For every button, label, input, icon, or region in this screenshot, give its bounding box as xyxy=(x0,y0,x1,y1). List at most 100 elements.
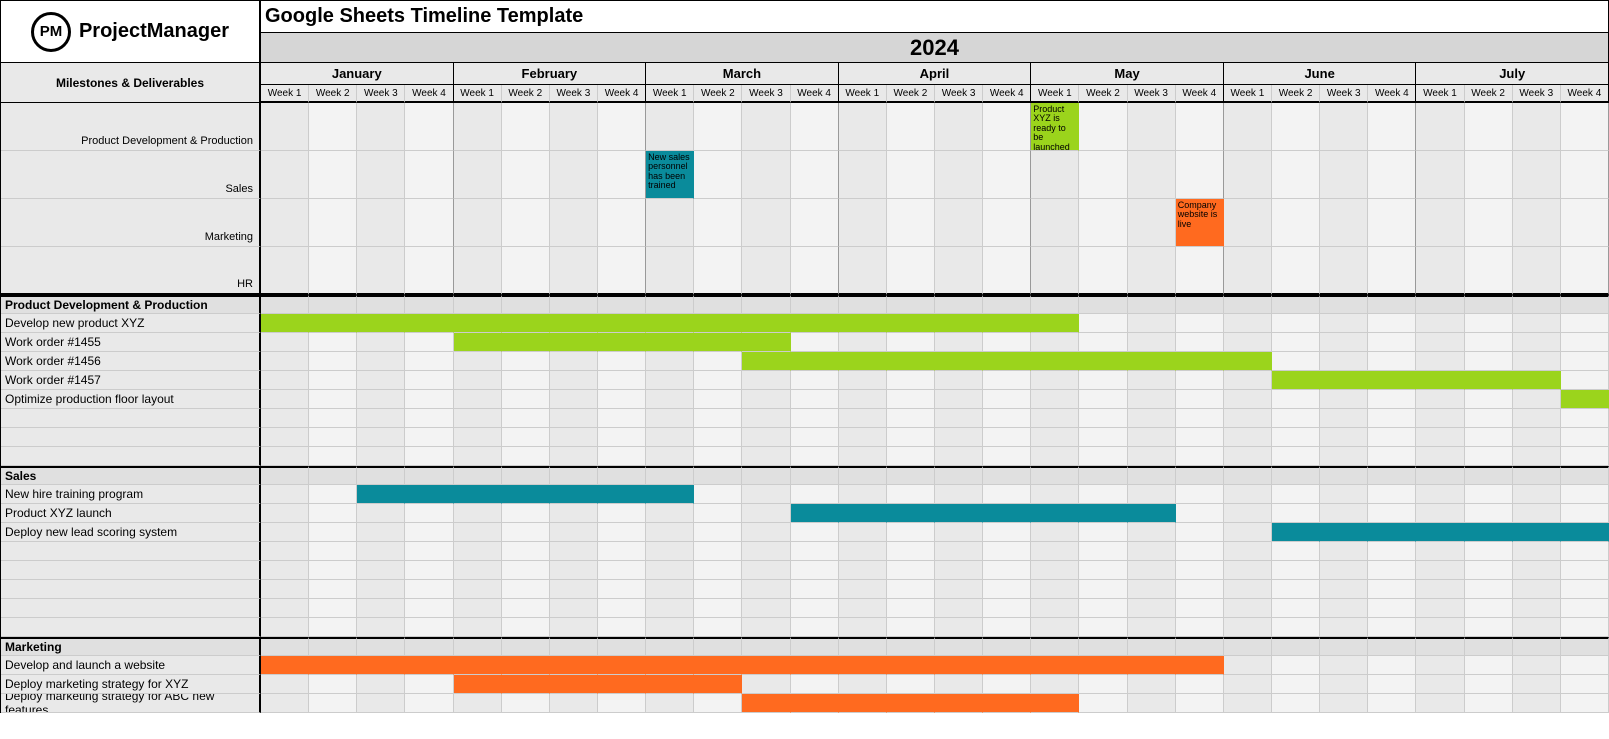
timeline-cell xyxy=(1079,295,1127,314)
timeline-cell xyxy=(1224,542,1272,561)
timeline-cell xyxy=(405,390,453,409)
timeline-cell xyxy=(935,485,983,504)
timeline-cell xyxy=(646,199,694,247)
timeline-cell xyxy=(357,523,405,542)
gantt-bar-segment xyxy=(839,314,887,333)
timeline-cell xyxy=(1513,485,1561,504)
timeline-cell xyxy=(887,428,935,447)
timeline-cell xyxy=(598,694,646,713)
timeline-cell xyxy=(1368,247,1416,295)
timeline-cell xyxy=(1416,199,1464,247)
timeline-cell xyxy=(1368,333,1416,352)
timeline-cell xyxy=(1176,504,1224,523)
timeline-cell xyxy=(550,151,598,199)
timeline-cell xyxy=(1320,247,1368,295)
timeline-cell xyxy=(1079,561,1127,580)
timeline-cell xyxy=(1416,580,1464,599)
timeline-cell xyxy=(309,333,357,352)
timeline-cell xyxy=(261,409,309,428)
timeline-cell xyxy=(1513,694,1561,713)
month-header: January xyxy=(261,63,454,85)
timeline-cell xyxy=(1176,580,1224,599)
timeline-cell xyxy=(1561,428,1609,447)
task-label: Work order #1455 xyxy=(1,333,261,352)
timeline-cell xyxy=(839,247,887,295)
timeline-grid: PMProjectManagerGoogle Sheets Timeline T… xyxy=(0,0,1609,713)
timeline-cell xyxy=(1031,295,1079,314)
timeline-cell xyxy=(309,428,357,447)
timeline-cell xyxy=(1465,580,1513,599)
gantt-bar-segment xyxy=(309,314,357,333)
milestone-block: Company website is live xyxy=(1176,199,1224,247)
timeline-cell xyxy=(1561,542,1609,561)
gantt-bar-segment xyxy=(1176,352,1224,371)
timeline-cell xyxy=(1465,694,1513,713)
timeline-cell xyxy=(791,485,839,504)
timeline-cell xyxy=(983,637,1031,656)
timeline-cell xyxy=(983,390,1031,409)
timeline-cell xyxy=(1272,675,1320,694)
timeline-cell xyxy=(1224,333,1272,352)
timeline-cell xyxy=(887,599,935,618)
timeline-cell xyxy=(1176,428,1224,447)
timeline-cell xyxy=(1561,409,1609,428)
timeline-cell xyxy=(839,599,887,618)
timeline-cell xyxy=(1224,618,1272,637)
timeline-cell xyxy=(1513,247,1561,295)
timeline-cell xyxy=(742,637,790,656)
timeline-cell xyxy=(454,428,502,447)
timeline-cell xyxy=(454,199,502,247)
timeline-cell xyxy=(887,561,935,580)
timeline-cell xyxy=(1416,675,1464,694)
timeline-cell xyxy=(1513,352,1561,371)
milestone-category-label: Product Development & Production xyxy=(1,103,261,151)
timeline-cell xyxy=(309,466,357,485)
week-header: Week 1 xyxy=(261,85,309,103)
timeline-cell xyxy=(1513,390,1561,409)
timeline-cell xyxy=(502,561,550,580)
timeline-cell xyxy=(1465,409,1513,428)
timeline-cell xyxy=(646,295,694,314)
timeline-cell xyxy=(502,523,550,542)
timeline-cell xyxy=(935,409,983,428)
section-header: Marketing xyxy=(1,637,261,656)
timeline-cell xyxy=(1416,409,1464,428)
timeline-cell xyxy=(405,199,453,247)
week-header: Week 3 xyxy=(1513,85,1561,103)
timeline-cell xyxy=(309,371,357,390)
gantt-bar-segment xyxy=(791,314,839,333)
timeline-cell xyxy=(1079,466,1127,485)
timeline-cell xyxy=(357,504,405,523)
timeline-cell xyxy=(694,447,742,466)
timeline-cell xyxy=(694,694,742,713)
timeline-cell xyxy=(357,466,405,485)
timeline-cell xyxy=(791,371,839,390)
timeline-cell xyxy=(1416,466,1464,485)
timeline-cell xyxy=(1561,580,1609,599)
timeline-cell xyxy=(261,599,309,618)
timeline-cell xyxy=(646,371,694,390)
timeline-cell xyxy=(935,618,983,637)
timeline-cell xyxy=(1465,618,1513,637)
timeline-cell xyxy=(1176,390,1224,409)
timeline-cell xyxy=(887,580,935,599)
timeline-cell xyxy=(1465,352,1513,371)
month-header: April xyxy=(839,63,1032,85)
timeline-cell xyxy=(1320,485,1368,504)
gantt-bar-segment xyxy=(1272,371,1320,390)
month-header: May xyxy=(1031,63,1224,85)
gantt-bar-segment xyxy=(694,314,742,333)
task-label xyxy=(1,409,261,428)
timeline-cell xyxy=(887,542,935,561)
gantt-bar-segment xyxy=(1368,523,1416,542)
gantt-bar-segment xyxy=(887,352,935,371)
timeline-cell xyxy=(1513,466,1561,485)
timeline-cell xyxy=(357,333,405,352)
timeline-cell xyxy=(357,618,405,637)
timeline-cell xyxy=(1561,333,1609,352)
timeline-cell xyxy=(1368,637,1416,656)
timeline-cell xyxy=(454,447,502,466)
timeline-cell xyxy=(261,371,309,390)
gantt-bar-segment xyxy=(646,675,694,694)
gantt-bar-segment xyxy=(1031,694,1079,713)
